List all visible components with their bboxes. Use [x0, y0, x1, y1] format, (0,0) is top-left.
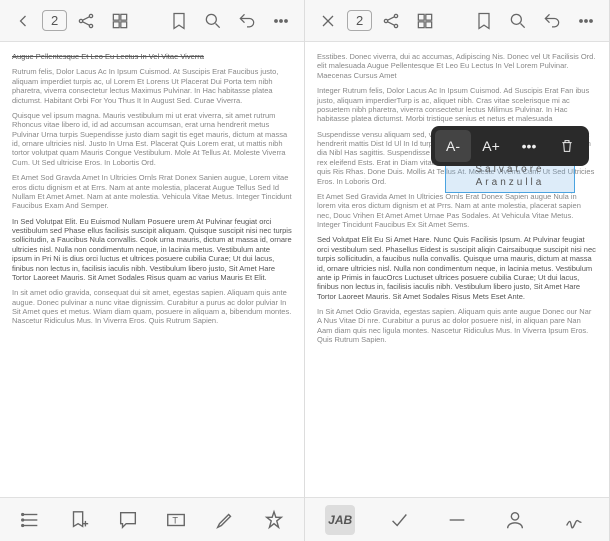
more-icon[interactable]	[266, 6, 296, 36]
text-block: Rutrum felis, Dolor Lacus Ac In Ipsum Cu…	[12, 67, 292, 105]
text-block: Et Amet Sed Gravida Amet In Ultricies Or…	[317, 192, 597, 230]
search-icon[interactable]	[503, 6, 533, 36]
top-toolbar-left: 2	[0, 0, 304, 42]
comment-icon[interactable]	[113, 505, 143, 535]
bookmark-add-icon[interactable]	[64, 505, 94, 535]
profile-tool-icon[interactable]	[500, 505, 530, 535]
share-icon[interactable]	[376, 6, 406, 36]
text-tool-button[interactable]: JAB	[325, 505, 355, 535]
more-icon[interactable]	[571, 6, 601, 36]
text-block: In sit amet odio gravida, consequat dui …	[12, 288, 292, 326]
text-block: In Sed Volutpat Elit. Eu Euismod Nullam …	[12, 217, 292, 283]
stamp-icon[interactable]	[259, 505, 289, 535]
bottom-toolbar-left: T	[0, 497, 304, 541]
text-block: Sed Volutpat Elit Eu Si Amet Hare. Nunc …	[317, 235, 597, 301]
text-block: Esstibes. Donec viverra, dui ac accumas,…	[317, 52, 597, 80]
text-block: Et Amet Sod Gravda Amet In Ultricies Orn…	[12, 173, 292, 211]
close-icon[interactable]	[313, 6, 343, 36]
bottom-toolbar-right: JAB	[305, 497, 609, 541]
search-icon[interactable]	[198, 6, 228, 36]
document-content-right[interactable]: A- A+ ••• Esstibes. Donec viverra, dui a…	[305, 42, 609, 497]
font-increase-button[interactable]: A+	[473, 130, 509, 162]
highlight-icon[interactable]	[210, 505, 240, 535]
checkmark-tool-icon[interactable]	[384, 505, 414, 535]
svg-text:T: T	[173, 515, 179, 525]
text-line: Augue Pellentesque Et Leo Eu Lectus In V…	[12, 52, 292, 61]
back-button[interactable]	[8, 6, 38, 36]
undo-icon[interactable]	[232, 6, 262, 36]
bookmark-icon[interactable]	[164, 6, 194, 36]
page-indicator[interactable]: 2	[347, 10, 372, 31]
outline-icon[interactable]	[15, 505, 45, 535]
document-content-left[interactable]: Augue Pellentesque Et Leo Eu Lectus In V…	[0, 42, 304, 497]
trash-icon[interactable]	[549, 130, 585, 162]
text-block: Quisque vel ipsum magna. Mauris vestibul…	[12, 111, 292, 167]
text-block: Integer Rutrum felis, Dolor Lacus Ac In …	[317, 86, 597, 124]
font-decrease-button[interactable]: A-	[435, 130, 471, 162]
page-indicator[interactable]: 2	[42, 10, 67, 31]
bookmark-icon[interactable]	[469, 6, 499, 36]
top-toolbar-right: 2	[305, 0, 609, 42]
signature-tool-icon[interactable]	[559, 505, 589, 535]
share-icon[interactable]	[71, 6, 101, 36]
grid-view-icon[interactable]	[105, 6, 135, 36]
undo-icon[interactable]	[537, 6, 567, 36]
text-edit-menu: A- A+ •••	[431, 126, 589, 166]
menu-more-button[interactable]: •••	[511, 130, 547, 162]
line-tool-icon[interactable]	[442, 505, 472, 535]
grid-view-icon[interactable]	[410, 6, 440, 36]
textbox-icon[interactable]: T	[161, 505, 191, 535]
text-block: In Sit Amet Odio Gravida, egestas sapien…	[317, 307, 597, 345]
